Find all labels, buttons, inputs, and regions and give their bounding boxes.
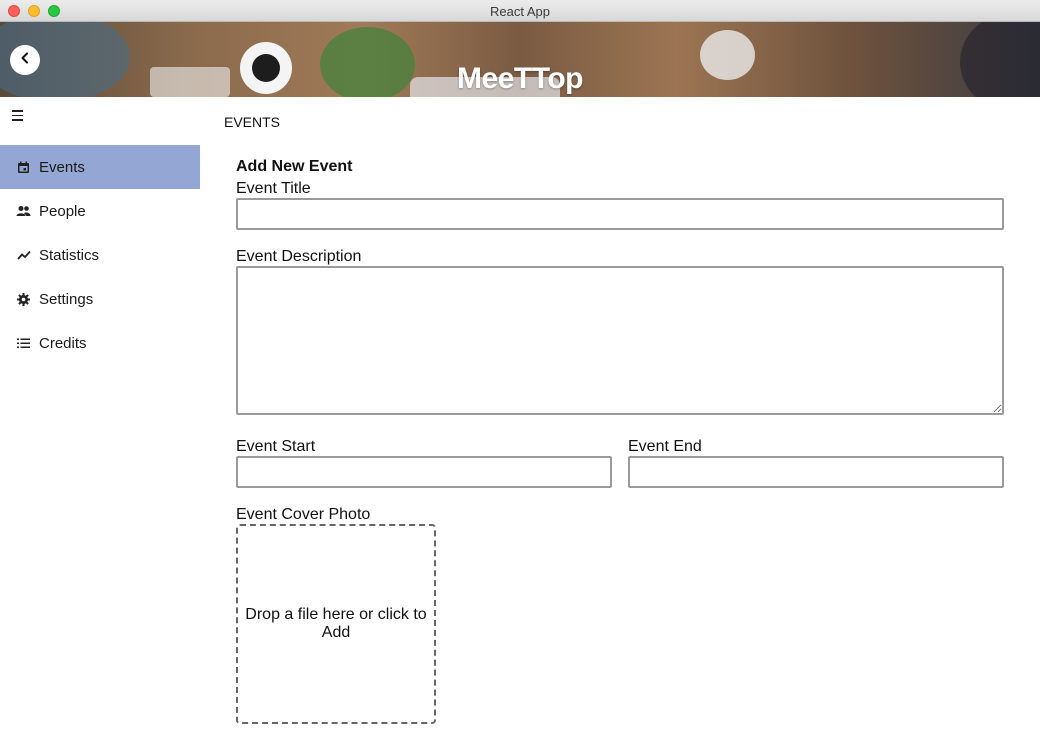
event-start-input[interactable]: [236, 456, 612, 488]
event-title-input[interactable]: [236, 198, 1004, 230]
form-title: Add New Event: [236, 158, 353, 175]
event-end-input[interactable]: [628, 456, 1004, 488]
sidebar: Events People Statistics Settings Credit…: [0, 145, 200, 365]
event-description-label: Event Description: [236, 248, 362, 265]
event-end-label: Event End: [628, 438, 702, 455]
sidebar-item-label: Statistics: [39, 246, 100, 264]
window-title: React App: [490, 4, 550, 19]
dropzone-text: Drop a file here or click to Add: [245, 606, 427, 641]
calendar-icon: [16, 160, 31, 175]
back-button[interactable]: [10, 45, 40, 75]
sidebar-item-statistics[interactable]: Statistics: [0, 233, 200, 277]
trend-icon: [16, 248, 31, 263]
sidebar-item-label: Settings: [39, 290, 94, 308]
cover-photo-dropzone[interactable]: Drop a file here or click to Add: [236, 524, 436, 724]
gear-icon: [16, 292, 31, 307]
chevron-left-icon: [19, 51, 31, 69]
event-description-textarea[interactable]: [236, 266, 1004, 415]
brand-title: MeeTTop: [457, 62, 583, 95]
header-banner: MeeTTop: [0, 22, 1040, 97]
page-title: EVENTS: [224, 114, 281, 130]
sidebar-item-people[interactable]: People: [0, 189, 200, 233]
event-title-label: Event Title: [236, 180, 311, 197]
sidebar-item-label: People: [39, 202, 86, 220]
list-icon: [16, 336, 31, 351]
window-titlebar: React App: [0, 0, 1040, 22]
hamburger-icon[interactable]: [12, 110, 26, 124]
people-icon: [16, 204, 31, 219]
sidebar-item-events[interactable]: Events: [0, 145, 200, 189]
event-start-label: Event Start: [236, 438, 316, 455]
sidebar-item-label: Credits: [39, 334, 87, 352]
sidebar-item-credits[interactable]: Credits: [0, 321, 200, 365]
sidebar-item-settings[interactable]: Settings: [0, 277, 200, 321]
sidebar-item-label: Events: [39, 158, 85, 176]
cover-photo-label: Event Cover Photo: [236, 506, 371, 523]
